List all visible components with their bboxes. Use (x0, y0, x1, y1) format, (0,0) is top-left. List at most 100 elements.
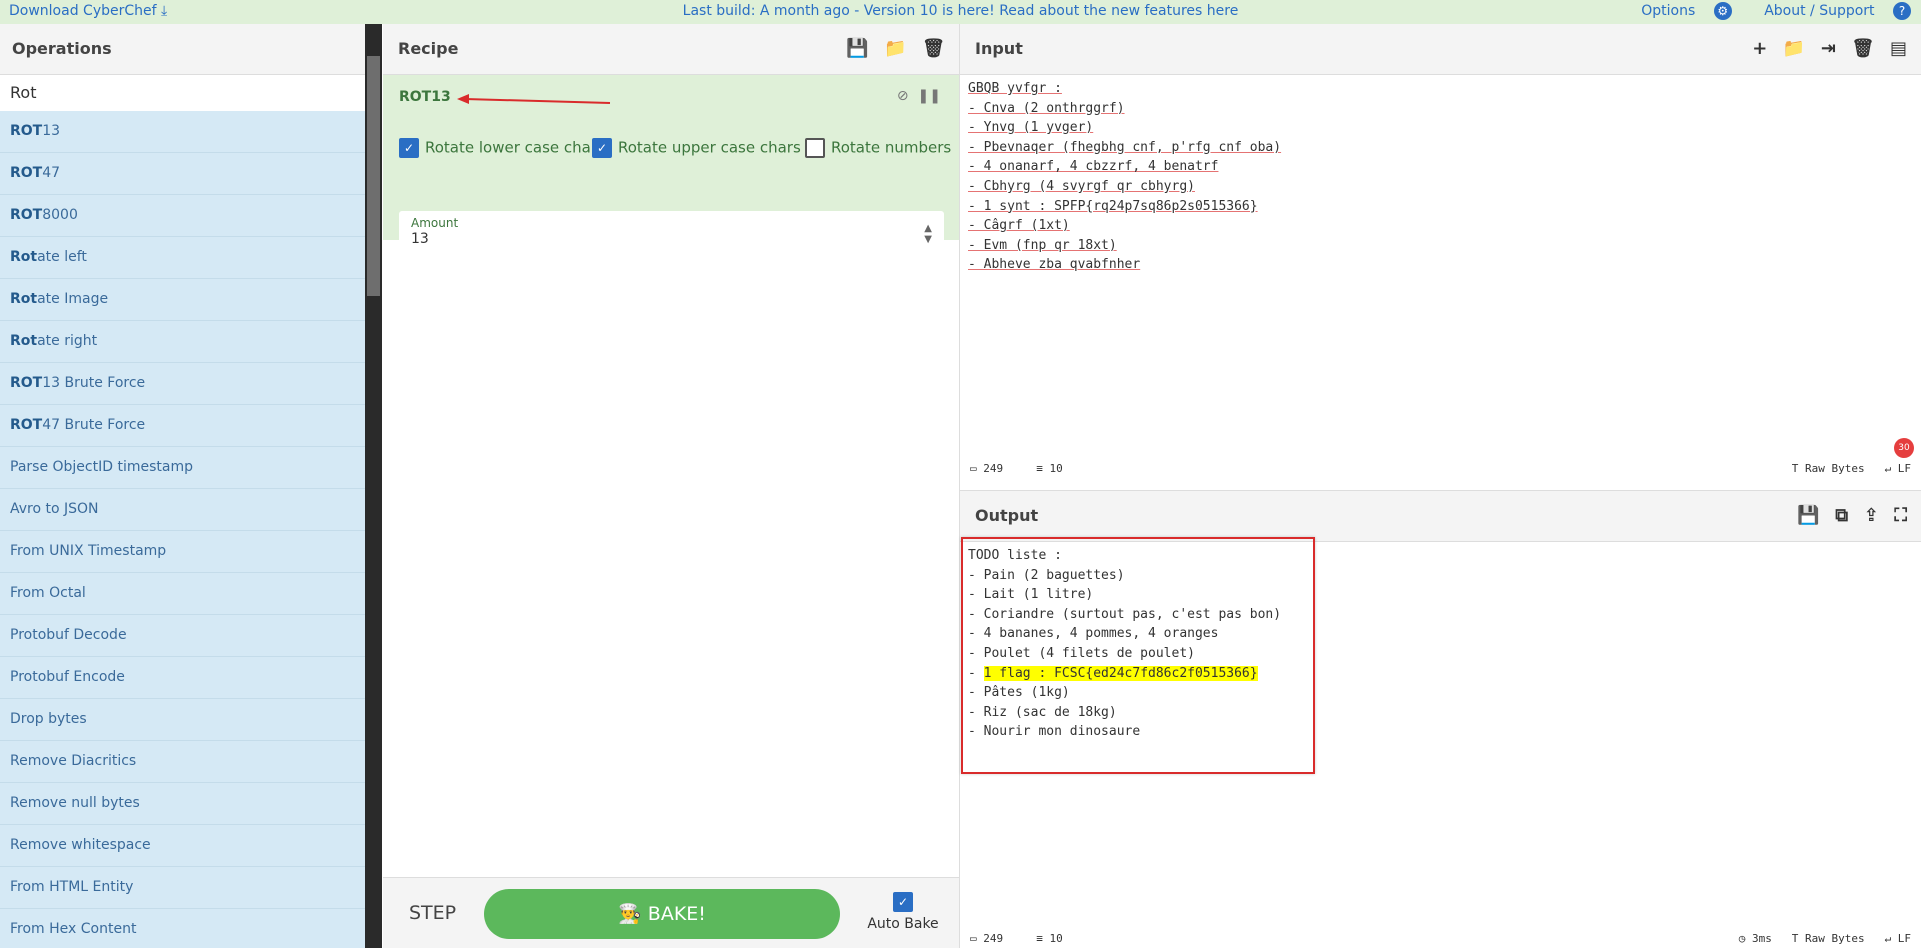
lines-icon: ≡ (1036, 462, 1043, 475)
operations-search-input[interactable]: Rot (0, 75, 365, 112)
copy-icon[interactable]: ⧉ (1835, 491, 1848, 541)
operation-match: ROT (10, 165, 43, 181)
output-title: Output (975, 506, 1039, 525)
recipe-op-name: ROT13 (399, 89, 451, 105)
about-label: About / Support (1764, 3, 1875, 19)
operation-item[interactable]: ROT13 Brute Force (0, 363, 365, 405)
operation-item[interactable]: ROT47 (0, 153, 365, 195)
operation-item[interactable]: Remove whitespace (0, 825, 365, 867)
input-line: - 4 onanarf, 4 cbzzrf, 4 benatrf (968, 159, 1219, 175)
auto-bake-checkbox[interactable]: ✓ Auto Bake (863, 892, 943, 932)
scroll-thumb[interactable] (367, 56, 380, 296)
layout-icon[interactable]: ▤ (1890, 24, 1907, 74)
operation-label: From UNIX Timestamp (10, 543, 167, 559)
input-line: - Cbhyrg (4 svyrgf qr cbhyrg) (968, 178, 1195, 194)
save-icon[interactable]: 💾 (846, 24, 868, 74)
operation-item[interactable]: Rotate left (0, 237, 365, 279)
operations-pane: Operations Rot ROT13 ROT47 ROT8000 Rotate l… (0, 24, 365, 948)
clear-icon[interactable]: 🗑 (1852, 24, 1875, 74)
operation-label: 47 Brute Force (42, 417, 146, 433)
operation-item[interactable]: ROT13 (0, 111, 365, 153)
annotation-arrow (457, 94, 611, 104)
operation-label: 13 Brute Force (42, 375, 146, 391)
amount-field[interactable]: Amount 13 ▲ ▼ (399, 211, 944, 251)
input-char-count: 249 (983, 462, 1004, 475)
step-button[interactable]: STEP (409, 902, 456, 924)
checked-icon: ✓ (893, 892, 913, 912)
disable-icon[interactable]: ⊘ (897, 88, 909, 104)
operation-item[interactable]: Remove null bytes (0, 783, 365, 825)
input-line: - Evm (fnp qr 18xt) (968, 237, 1117, 253)
operation-label: 47 (42, 165, 61, 181)
operation-label: ate Image (37, 291, 109, 307)
save-output-icon[interactable]: 💾 (1797, 491, 1819, 541)
output-header: Output 💾 ⧉ ⇪ ⛶ (960, 491, 1921, 542)
open-folder-icon[interactable]: 📁 (1783, 24, 1805, 74)
input-encoding[interactable]: Raw Bytes (1805, 462, 1865, 475)
operation-item[interactable]: From Octal (0, 573, 365, 615)
input-pane: Input + 📁 ⇥ 🗑 ▤ GBQB yvfgr : - Cnva (2 on… (960, 24, 1921, 479)
operation-label: Protobuf Encode (10, 669, 125, 685)
folder-icon[interactable]: 📁 (884, 24, 906, 74)
replace-input-icon[interactable]: ⇪ (1864, 491, 1879, 541)
input-title: Input (975, 39, 1023, 58)
input-eol[interactable]: LF (1898, 462, 1911, 475)
chars-icon: ▭ (970, 932, 977, 945)
operation-match: Rot (10, 333, 38, 349)
operation-item[interactable]: Avro to JSON (0, 489, 365, 531)
output-eol[interactable]: LF (1898, 932, 1911, 945)
open-file-icon[interactable]: ⇥ (1821, 24, 1836, 74)
operation-item[interactable]: Protobuf Encode (0, 657, 365, 699)
operation-item[interactable]: From Hex Content (0, 909, 365, 948)
operation-label: 8000 (42, 207, 78, 223)
options-label: Options (1641, 3, 1696, 19)
operation-match: ROT (10, 417, 43, 433)
operation-item[interactable]: From UNIX Timestamp (0, 531, 365, 573)
gear-icon: ⚙ (1713, 2, 1732, 20)
trash-icon[interactable]: 🗑 (922, 24, 945, 74)
spinner-icon[interactable]: ▲ ▼ (924, 223, 932, 245)
rotate-upper-checkbox[interactable]: ✓ Rotate upper case chars (592, 138, 801, 158)
bake-button[interactable]: 👨‍🍳 BAKE! (484, 889, 840, 939)
operation-item[interactable]: Parse ObjectID timestamp (0, 447, 365, 489)
amount-value[interactable]: 13 (411, 231, 429, 247)
about-link[interactable]: About / Support ? (1750, 2, 1911, 20)
output-line-count: 10 (1049, 932, 1063, 945)
operation-label: From Octal (10, 585, 86, 601)
recipe-title: Recipe (398, 39, 459, 58)
operation-label: Drop bytes (10, 711, 87, 727)
output-encoding[interactable]: Raw Bytes (1805, 932, 1865, 945)
operation-label: Protobuf Decode (10, 627, 127, 643)
operation-item[interactable]: Protobuf Decode (0, 615, 365, 657)
rotate-upper-label: Rotate upper case chars (618, 138, 801, 157)
amount-label: Amount (411, 216, 459, 230)
bake-label: BAKE! (647, 903, 706, 925)
pause-icon[interactable]: ❚❚ (918, 88, 941, 104)
operations-list: ROT13 ROT47 ROT8000 Rotate left Rotate Image… (0, 111, 365, 948)
operation-label: From HTML Entity (10, 879, 134, 895)
operation-item[interactable]: Rotate Image (0, 279, 365, 321)
clock-icon: ◷ (1738, 932, 1746, 945)
operation-item[interactable]: Drop bytes (0, 699, 365, 741)
operation-item[interactable]: Rotate right (0, 321, 365, 363)
eol-icon: ↵ (1884, 932, 1892, 945)
operation-item[interactable]: ROT47 Brute Force (0, 405, 365, 447)
add-tab-icon[interactable]: + (1752, 24, 1767, 74)
input-textarea[interactable]: GBQB yvfgr : - Cnva (2 onthrggrf) - Ynvg (… (960, 75, 1921, 279)
rotate-lower-checkbox[interactable]: ✓ Rotate lower case chars (399, 138, 605, 158)
input-line: - Cnva (2 onthrggrf) (968, 100, 1125, 116)
operation-item[interactable]: Remove Diacritics (0, 741, 365, 783)
input-line: - 1 synt : SPFP{rq24p7sq86p2s0515366} (968, 198, 1258, 214)
operations-scrollbar[interactable] (365, 24, 382, 948)
operation-item[interactable]: ROT8000 (0, 195, 365, 237)
options-link[interactable]: Options ⚙ (1627, 2, 1732, 20)
checked-icon: ✓ (399, 138, 419, 158)
unchecked-icon (805, 138, 825, 158)
operation-label: Remove Diacritics (10, 753, 137, 769)
rotate-numbers-checkbox[interactable]: Rotate numbers (805, 138, 951, 158)
input-line: - Pbevnaqer (fhegbhg cnf, p'rfg cnf oba) (968, 139, 1282, 155)
maximise-icon[interactable]: ⛶ (1894, 491, 1907, 541)
operation-item[interactable]: From HTML Entity (0, 867, 365, 909)
help-icon: ? (1893, 2, 1911, 20)
input-line: GBQB yvfgr : (968, 81, 1062, 96)
